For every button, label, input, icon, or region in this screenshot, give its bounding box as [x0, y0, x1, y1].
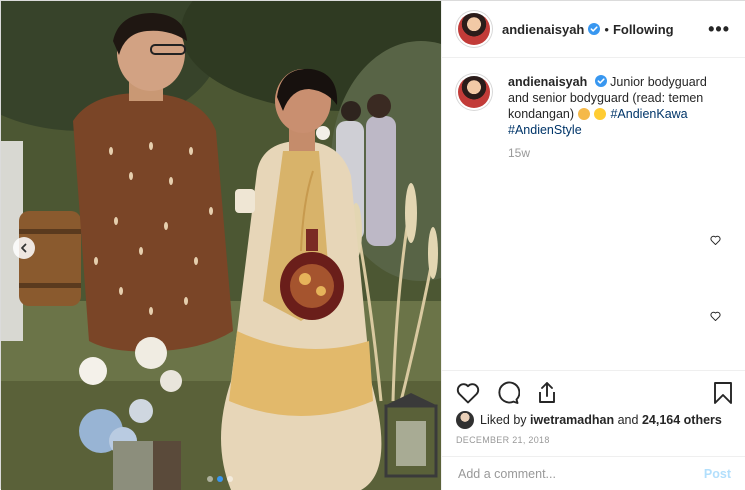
header-username[interactable]: andienaisyah — [502, 22, 584, 37]
more-options-button[interactable]: ••• — [708, 19, 730, 40]
liked-by-user[interactable]: iwetramadhan — [530, 413, 614, 427]
verified-badge-icon — [588, 23, 601, 35]
caption-age: 15w — [508, 146, 531, 160]
post-photo[interactable] — [1, 1, 441, 490]
liked-by-and: and — [617, 413, 639, 427]
comment-like-heart-icon[interactable] — [710, 235, 721, 245]
emoji-ok-hand-icon — [577, 108, 590, 120]
comment-icon[interactable] — [496, 381, 520, 405]
following-button[interactable]: Following — [613, 22, 674, 37]
caption-avatar[interactable] — [458, 76, 490, 108]
post-actions: Liked by iwetramadhan and 24,164 others … — [442, 370, 745, 445]
comment-input[interactable] — [458, 466, 704, 481]
caption-text: andienaisyah Junior bodyguard and senior… — [508, 74, 718, 138]
add-comment-bar: Post — [442, 456, 745, 490]
caption-username[interactable]: andienaisyah — [508, 75, 587, 89]
post-modal: andienaisyah • Following ••• andienaisya… — [0, 0, 745, 490]
verified-badge-icon — [594, 75, 607, 87]
share-icon[interactable] — [536, 381, 558, 405]
photo-illustration — [1, 1, 441, 490]
carousel-indicator — [207, 476, 233, 482]
heart-icon[interactable] — [456, 382, 480, 404]
carousel-dot — [227, 476, 233, 482]
liked-by-others[interactable]: 24,164 others — [642, 413, 722, 427]
caption: andienaisyah Junior bodyguard and senior… — [458, 74, 731, 138]
emoji-grin-icon — [594, 108, 606, 120]
comment-like-heart-icon[interactable] — [710, 311, 721, 321]
hashtag-link[interactable]: #AndienStyle — [508, 123, 582, 137]
carousel-dot-active — [217, 476, 223, 482]
bookmark-icon[interactable] — [713, 381, 733, 405]
post-header: andienaisyah • Following ••• — [442, 1, 745, 58]
post-comment-button[interactable]: Post — [704, 467, 731, 481]
liker-avatar[interactable] — [456, 411, 474, 429]
carousel-dot — [207, 476, 213, 482]
post-date: DECEMBER 21, 2018 — [456, 435, 550, 445]
previous-photo-button[interactable] — [13, 237, 35, 259]
avatar[interactable] — [458, 13, 490, 45]
post-side-panel: andienaisyah • Following ••• andienaisya… — [441, 1, 745, 490]
comments-section: andienaisyah Junior bodyguard and senior… — [442, 58, 745, 370]
likes-summary: Liked by iwetramadhan and 24,164 others — [456, 409, 733, 431]
chevron-left-icon — [21, 243, 27, 253]
liked-by-prefix: Liked by — [480, 413, 527, 427]
action-icons-row — [456, 377, 733, 409]
header-separator: • — [604, 21, 609, 37]
hashtag-link[interactable]: #AndienKawa — [610, 107, 687, 121]
